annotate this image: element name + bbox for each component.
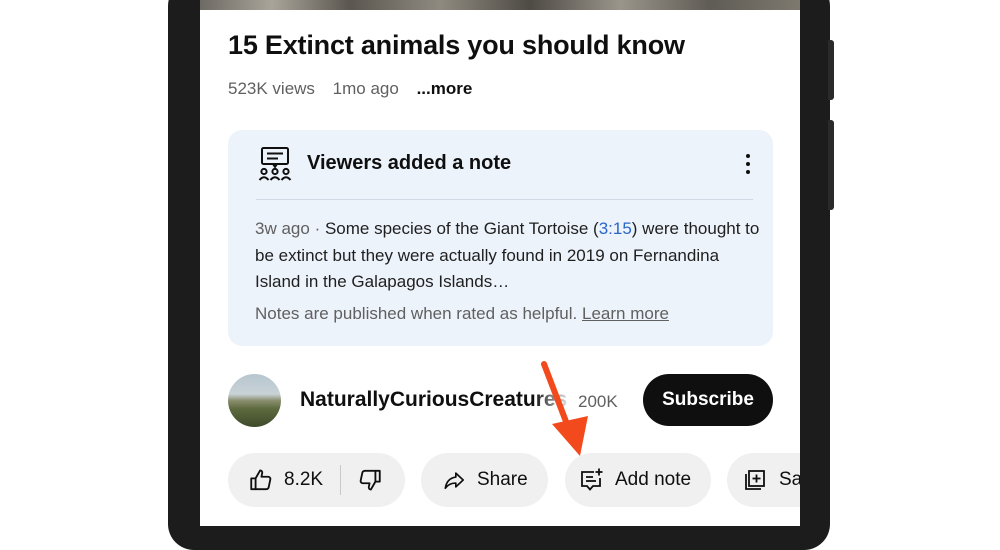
note-heading: Viewers added a note	[307, 152, 512, 174]
upload-age: 1mo ago	[332, 79, 399, 98]
video-thumbnail[interactable]	[200, 0, 800, 10]
phone-side-button	[828, 120, 834, 210]
save-button[interactable]: Save	[727, 453, 800, 507]
note-body: 3w ago · Some species of the Giant Torto…	[255, 216, 760, 296]
add-note-button[interactable]: Add note	[565, 453, 711, 507]
thumb-down-icon	[359, 469, 381, 491]
video-title: 15 Extinct animals you should know	[228, 30, 685, 60]
screen: 15 Extinct animals you should know 523K …	[200, 0, 800, 526]
viewers-note-icon	[258, 147, 292, 181]
save-playlist-icon	[745, 470, 765, 490]
note-separator: ·	[314, 219, 321, 238]
phone-side-button	[828, 40, 834, 100]
note-timestamp-link[interactable]: 3:15	[599, 219, 632, 238]
channel-avatar[interactable]	[228, 374, 281, 427]
note-age: 3w ago	[255, 219, 310, 238]
save-label: Save	[779, 469, 800, 490]
channel-name[interactable]: NaturallyCuriousCreatures	[300, 388, 568, 412]
share-label: Share	[477, 469, 528, 490]
share-button[interactable]: Share	[421, 453, 548, 507]
subscribe-button[interactable]: Subscribe	[643, 374, 773, 426]
add-note-icon	[581, 468, 603, 491]
learn-more-link[interactable]: Learn more	[582, 304, 669, 323]
note-divider	[256, 199, 753, 200]
note-footer: Notes are published when rated as helpfu…	[255, 304, 669, 324]
like-button[interactable]: 8.2K	[228, 453, 323, 507]
more-link[interactable]: ...more	[417, 79, 473, 98]
view-count: 523K views	[228, 79, 315, 98]
thumb-up-icon	[250, 469, 272, 491]
annotation-arrow-icon	[541, 361, 588, 456]
note-footer-text: Notes are published when rated as helpfu…	[255, 304, 578, 323]
dislike-button[interactable]	[341, 453, 399, 507]
add-note-label: Add note	[615, 469, 692, 490]
video-meta: 523K views 1mo ago ...more	[228, 79, 472, 99]
share-arrow-icon	[444, 472, 464, 490]
note-text-start: Some species of the Giant Tortoise (	[324, 219, 599, 238]
viewer-note-card[interactable]: Viewers added a note 3w ago · Some speci…	[228, 130, 773, 346]
like-dislike-group: 8.2K	[228, 453, 405, 507]
action-bar: 8.2K Share Add note Sa	[228, 453, 800, 507]
like-count: 8.2K	[284, 469, 324, 490]
more-vert-icon[interactable]	[740, 152, 756, 176]
